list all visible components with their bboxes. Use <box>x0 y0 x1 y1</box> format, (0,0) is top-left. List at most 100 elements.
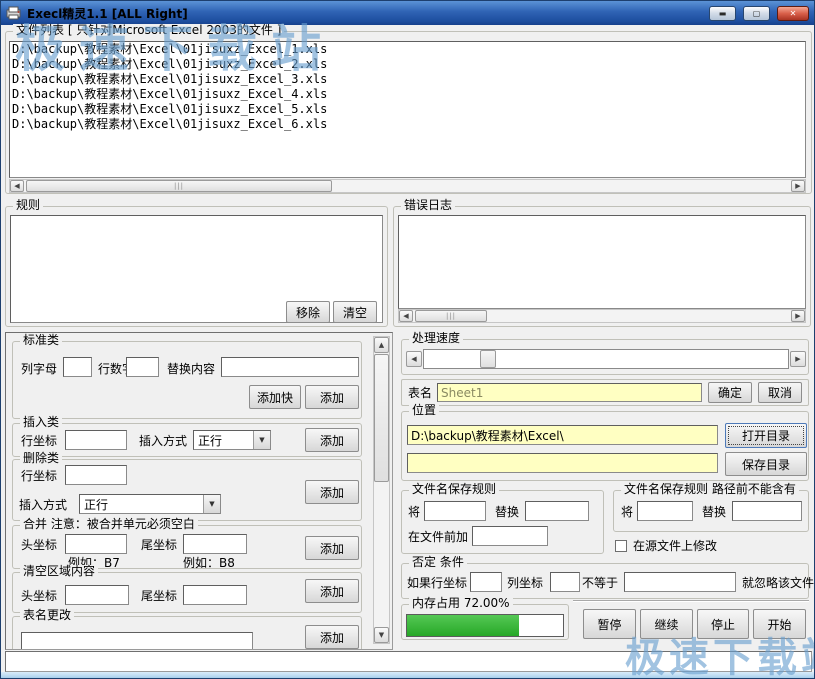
delete-mode-label: 插入方式 <box>19 498 67 512</box>
minimize-button[interactable]: ▬ <box>709 6 736 21</box>
rules-remove-button[interactable]: 移除 <box>286 301 330 323</box>
title-bar: Execl精灵1.1 [ALL Right] ▬ ▢ ✕ <box>1 1 814 25</box>
file-row[interactable]: D:\backup\教程素材\Excel\01jisuxz_Excel_5.xl… <box>10 102 805 117</box>
col-coord-label: 列坐标 <box>507 576 543 590</box>
clear-tail-label: 尾坐标 <box>141 589 177 603</box>
path-will-label: 将 <box>621 505 633 519</box>
file-row[interactable]: D:\backup\教程素材\Excel\01jisuxz_Excel_3.xl… <box>10 72 805 87</box>
cancel-button[interactable]: 取消 <box>758 382 802 403</box>
merge-label: 合并 注意：被合并单元必须空白 <box>20 518 198 531</box>
delete-add-button[interactable]: 添加 <box>305 480 359 504</box>
rule-editor-vscrollbar[interactable]: ▲ ▼ <box>373 336 390 644</box>
error-log-listbox[interactable] <box>398 215 806 309</box>
close-button[interactable]: ✕ <box>777 6 809 21</box>
pause-button[interactable]: 暂停 <box>583 609 636 639</box>
clear-region-group: 清空区域内容 头坐标 尾坐标 添加 <box>12 572 362 613</box>
save-path-input[interactable] <box>407 453 718 473</box>
not-equal-label: 不等于 <box>582 576 618 590</box>
chevron-down-icon[interactable]: ▼ <box>253 431 270 449</box>
scroll-down-icon[interactable]: ▼ <box>374 627 389 643</box>
scroll-up-icon[interactable]: ▲ <box>374 337 389 353</box>
file-listbox[interactable]: D:\backup\教程素材\Excel\01jisuxz_Excel_1.xl… <box>9 41 806 178</box>
insert-mode-select[interactable]: 正行 ▼ <box>193 430 271 450</box>
stop-button[interactable]: 停止 <box>697 609 749 639</box>
scroll-right-icon[interactable]: ▶ <box>791 310 805 322</box>
clear-region-add-button[interactable]: 添加 <box>305 579 359 603</box>
delete-row-coord-label: 行坐标 <box>21 469 57 483</box>
path-replace-input[interactable] <box>732 501 802 521</box>
speed-label: 处理速度 <box>409 332 463 345</box>
clear-region-label: 清空区域内容 <box>20 565 98 578</box>
sheet-rename-input[interactable] <box>21 632 253 650</box>
scroll-left-icon[interactable]: ◀ <box>406 351 422 367</box>
insert-row-coord-input[interactable] <box>65 430 127 450</box>
path-will-input[interactable] <box>637 501 693 521</box>
standard-group: 标准类 列字母 行数字 替换内容 添加快 添加 <box>12 341 362 419</box>
error-log-group: 错误日志 ◀ ||| ▶ <box>393 206 811 327</box>
maximize-button[interactable]: ▢ <box>743 6 770 21</box>
path-rule-label: 文件名保存规则 路径前不能含有 <box>621 483 799 496</box>
prefix-input[interactable] <box>472 526 548 546</box>
standard-add-button[interactable]: 添加 <box>305 385 359 409</box>
file-list-hscrollbar[interactable]: ◀ ||| ▶ <box>9 179 806 193</box>
sheet-rename-add-button[interactable]: 添加 <box>305 625 359 649</box>
not-equal-input[interactable] <box>624 572 736 592</box>
error-log-hscrollbar[interactable]: ◀ ||| ▶ <box>398 309 806 323</box>
file-row[interactable]: D:\backup\教程素材\Excel\01jisuxz_Excel_2.xl… <box>10 57 805 72</box>
rules-label: 规则 <box>13 199 43 212</box>
scroll-left-icon[interactable]: ◀ <box>399 310 413 322</box>
open-dir-button[interactable]: 打开目录 <box>725 423 807 448</box>
will-label: 将 <box>408 505 420 519</box>
resume-button[interactable]: 继续 <box>640 609 693 639</box>
file-row[interactable]: D:\backup\教程素材\Excel\01jisuxz_Excel_1.xl… <box>10 42 805 57</box>
error-log-hscroll-thumb[interactable]: ||| <box>415 310 487 322</box>
speed-slider-track[interactable] <box>423 349 789 369</box>
col-letter-input[interactable] <box>63 357 92 377</box>
file-list-hscroll-thumb[interactable]: ||| <box>26 180 332 192</box>
memory-progress-fill <box>407 615 519 636</box>
clear-head-input[interactable] <box>65 585 129 605</box>
scroll-right-icon[interactable]: ▶ <box>790 351 806 367</box>
merge-tail-input[interactable] <box>183 534 247 554</box>
start-button[interactable]: 开始 <box>753 609 806 639</box>
merge-add-button[interactable]: 添加 <box>305 536 359 560</box>
rule-editor-panel: 标准类 列字母 行数字 替换内容 添加快 添加 插入类 行坐标 插入方式 正行 … <box>5 332 393 650</box>
actions-separator <box>573 600 809 602</box>
sheet-name-box: 表名 确定 取消 <box>401 379 809 406</box>
if-row-input[interactable] <box>470 572 502 592</box>
delete-mode-select[interactable]: 正行 ▼ <box>79 494 221 514</box>
add-fast-button[interactable]: 添加快 <box>249 385 301 409</box>
will-input[interactable] <box>424 501 486 521</box>
sheet-name-input[interactable] <box>437 383 702 402</box>
clear-tail-input[interactable] <box>183 585 247 605</box>
file-list-group: 文件列表 [ 只针对Microsoft Excel 2003的文件 ] D:\b… <box>5 31 812 194</box>
scroll-right-icon[interactable]: ▶ <box>791 180 805 192</box>
app-icon <box>6 6 22 20</box>
save-dir-button[interactable]: 保存目录 <box>725 452 807 476</box>
merge-head-input[interactable] <box>65 534 127 554</box>
modify-source-checkbox[interactable] <box>615 540 627 552</box>
window-title: Execl精灵1.1 [ALL Right] <box>27 5 188 22</box>
delete-row-coord-input[interactable] <box>65 465 127 485</box>
insert-add-button[interactable]: 添加 <box>305 428 359 452</box>
memory-group: 内存占用 72.00% <box>401 604 569 640</box>
replace-input[interactable] <box>525 501 589 521</box>
col-coord-input[interactable] <box>550 572 580 592</box>
status-bar <box>5 651 812 672</box>
rule-editor-vscroll-thumb[interactable] <box>374 354 389 482</box>
rules-clear-button[interactable]: 清空 <box>333 301 377 323</box>
merge-tail-example: 例如：B8 <box>183 556 235 570</box>
file-row[interactable]: D:\backup\教程素材\Excel\01jisuxz_Excel_6.xl… <box>10 117 805 132</box>
merge-group: 合并 注意：被合并单元必须空白 头坐标 尾坐标 例如：B7 例如：B8 添加 <box>12 525 362 569</box>
ok-button[interactable]: 确定 <box>708 382 752 403</box>
ignore-file-label: 就忽略该文件 <box>742 576 814 590</box>
col-letter-label: 列字母 <box>21 362 57 376</box>
scroll-left-icon[interactable]: ◀ <box>10 180 24 192</box>
file-row[interactable]: D:\backup\教程素材\Excel\01jisuxz_Excel_4.xl… <box>10 87 805 102</box>
speed-slider-thumb[interactable] <box>480 350 496 368</box>
open-path-input[interactable] <box>407 425 718 445</box>
chevron-down-icon[interactable]: ▼ <box>203 495 220 513</box>
replace-content-input[interactable] <box>221 357 359 377</box>
prefix-label: 在文件前加 <box>408 530 468 544</box>
row-number-input[interactable] <box>126 357 159 377</box>
